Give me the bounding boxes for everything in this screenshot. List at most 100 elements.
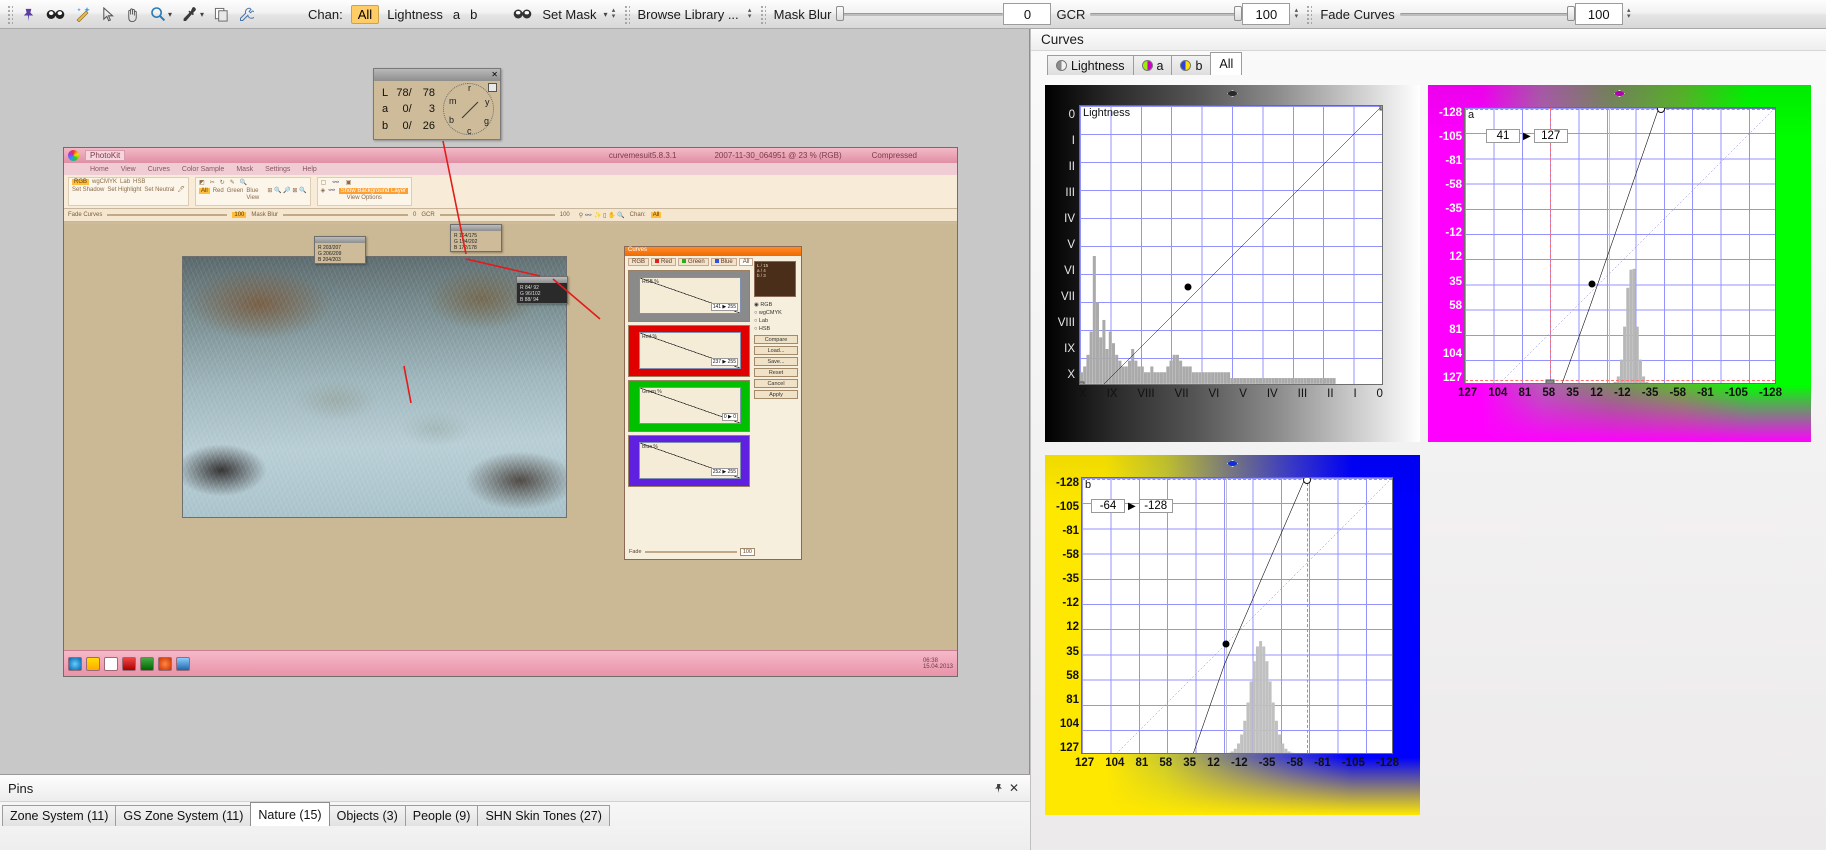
nested-tab-green[interactable]: Green: [678, 258, 709, 266]
nested-tb2-icons[interactable]: ⚲ 👓 ✨ ▯ ✋ 🔍: [579, 212, 625, 219]
copy-icon[interactable]: [209, 2, 234, 26]
nature-photo-stream-rocks[interactable]: [182, 256, 567, 518]
tab-b[interactable]: b: [1171, 55, 1212, 75]
nested-chip-show-background-layer[interactable]: Show Background Layer: [338, 187, 409, 194]
curves-channel-tabs[interactable]: Lightness a b All: [1031, 51, 1826, 75]
arrow-select-icon[interactable]: [96, 2, 120, 26]
nested-canvas[interactable]: R 203/207 G 206/209 B 204/203 R 164/175 …: [64, 224, 957, 650]
nested-menubar[interactable]: Home View Curves Color Sample Mask Setti…: [64, 163, 957, 175]
nested-graph-green[interactable]: Green % 0 ▶ 0: [628, 380, 750, 432]
radio-lab[interactable]: ○ Lab: [754, 317, 798, 325]
nested-vo-icon-5[interactable]: 👓: [328, 187, 335, 194]
lightness-corner-handle-white[interactable]: [1379, 106, 1382, 111]
chan-item-a[interactable]: a: [448, 7, 465, 22]
nested-item-green[interactable]: Green: [227, 188, 244, 194]
eyedropper-icon[interactable]: ▾: [177, 2, 209, 26]
nested-chip-all[interactable]: All: [199, 187, 210, 194]
nested-menu-help[interactable]: Help: [302, 166, 316, 173]
nested-colorspace-group[interactable]: RGB wgCMYK Lab HSB Set Shadow Set Highli…: [68, 177, 190, 206]
taskbar-icon-6[interactable]: [158, 656, 172, 671]
pushpin-icon[interactable]: [990, 780, 1006, 796]
close-icon[interactable]: ✕: [491, 71, 498, 79]
pins-tab-shn-skin-tones[interactable]: SHN Skin Tones (27): [477, 805, 610, 826]
fade-curves-spinner[interactable]: ▴ ▾: [1623, 3, 1635, 25]
pins-tab-gs-zone-system[interactable]: GS Zone System (11): [115, 805, 252, 826]
a-control-point-mid[interactable]: [1588, 280, 1596, 288]
zoom-magnifier-icon[interactable]: ▾: [145, 2, 177, 26]
gcr-slider[interactable]: [1090, 5, 1243, 23]
taskbar-icon-3[interactable]: [104, 656, 118, 671]
nested-item-hsb[interactable]: HSB: [133, 179, 145, 185]
nested-load-button[interactable]: Load...: [754, 346, 798, 355]
lightness-control-point[interactable]: [1184, 283, 1192, 291]
nested-view-group[interactable]: ◩ ✂ ↻ ✎ 🔍 All Red Green Blue ⊞ 🔍 🔎 ⊠ 🔍 V…: [195, 177, 311, 206]
toolbar-grip-2[interactable]: [622, 4, 630, 24]
tab-all[interactable]: All: [1210, 52, 1243, 75]
set-mask-spinner[interactable]: ▴ ▾: [608, 3, 620, 25]
nested-tab-rgb[interactable]: RGB: [628, 258, 650, 266]
chan-all-button[interactable]: All: [350, 4, 380, 24]
nested-set-neutral[interactable]: Set Neutral: [144, 187, 174, 193]
set-mask-glasses-icon[interactable]: [508, 2, 537, 26]
nested-menu-settings[interactable]: Settings: [265, 166, 290, 173]
nested-graph-red[interactable]: Red % 237 ▶ 255: [628, 325, 750, 377]
pins-tab-objects[interactable]: Objects (3): [328, 805, 406, 826]
lab-readout-box[interactable]: ✕ L 78/ 78 a 0/ 3 b 0/ 26 r y g c b m: [373, 68, 501, 140]
nested-eyedropper-icon[interactable]: 🖊: [177, 186, 185, 193]
a-badge-to[interactable]: 127: [1533, 129, 1568, 143]
b-value-badge[interactable]: -64 ▶ -128: [1091, 499, 1173, 513]
a-badge-from[interactable]: 41: [1486, 129, 1520, 143]
nested-taskbar[interactable]: 06:38 15.04.2013: [64, 650, 957, 676]
nested-view-icon-5[interactable]: 🔍: [240, 179, 247, 186]
nested-zoom-icons[interactable]: ⊞ 🔍 🔎 ⊠ 🔍: [267, 187, 306, 194]
taskbar-icon-4[interactable]: [122, 656, 136, 671]
gcr-spinner[interactable]: ▴ ▾: [1290, 3, 1302, 25]
callout-rgb-top[interactable]: R 164/175 G 194/202 B 172/178: [450, 224, 502, 252]
lightness-gradient-handle[interactable]: [1222, 89, 1244, 98]
b-gradient-handle[interactable]: [1222, 459, 1244, 468]
nested-curves-dialog[interactable]: Curves RGB Red Green Blue All RGB % 141 …: [624, 246, 802, 560]
b-plot[interactable]: b: [1081, 477, 1393, 754]
browse-library-spinner[interactable]: ▴ ▾: [744, 3, 756, 25]
nested-fade-row[interactable]: Fade 100: [629, 548, 755, 556]
pins-tabs[interactable]: Zone System (11) GS Zone System (11) Nat…: [0, 802, 1030, 826]
nested-view-options-group[interactable]: ▢ 👓 ▣ ◈ 👓 Show Background Layer View Opt…: [316, 177, 413, 206]
toolbar-grip-3[interactable]: [758, 4, 766, 24]
a-control-point-bottom[interactable]: [1545, 379, 1555, 383]
nested-item-wgcmyk[interactable]: wgCMYK: [92, 179, 117, 185]
nested-vo-icon-2[interactable]: 👓: [332, 179, 339, 186]
lightness-curve-panel[interactable]: 0 I II III IV V VI VII VIII IX X Lightne…: [1045, 85, 1420, 442]
taskbar-icon-2[interactable]: [86, 656, 100, 671]
canvas-work-area[interactable]: ✕ L 78/ 78 a 0/ 3 b 0/ 26 r y g c b m Ph…: [0, 29, 1030, 774]
wrench-icon[interactable]: [234, 2, 259, 26]
nested-tab-all[interactable]: All: [738, 258, 754, 266]
hand-pan-icon[interactable]: [120, 2, 145, 26]
browse-library-button[interactable]: Browse Library ...: [633, 7, 744, 22]
nested-tab-blue[interactable]: Blue: [710, 258, 737, 266]
pins-tab-people[interactable]: People (9): [404, 805, 479, 826]
nested-graph-rgb[interactable]: RGB % 141 ▶ 255: [628, 270, 750, 322]
callout-rgb-photo[interactable]: R 203/207 G 206/209 B 204/203: [314, 236, 366, 264]
nested-item-blue[interactable]: Blue: [246, 188, 258, 194]
nested-tb2-blur-value[interactable]: 0: [413, 212, 416, 218]
mask-blur-value[interactable]: 0: [1003, 3, 1052, 25]
zoom-dropdown-caret[interactable]: ▾: [168, 10, 172, 19]
b-control-point-mid[interactable]: [1222, 640, 1230, 648]
pins-tab-nature[interactable]: Nature (15): [250, 802, 330, 826]
nested-menu-home[interactable]: Home: [90, 166, 109, 173]
nested-view-icon-2[interactable]: ✂: [210, 179, 215, 186]
set-mask-button[interactable]: Set Mask: [537, 7, 601, 22]
expand-icon[interactable]: [488, 83, 497, 92]
nested-set-shadow[interactable]: Set Shadow: [72, 187, 104, 193]
nested-tb2-fade-value[interactable]: 100: [232, 212, 247, 218]
nested-vo-icon-3[interactable]: ▣: [346, 179, 352, 186]
nested-tb2-gcr-value[interactable]: 100: [560, 212, 570, 218]
b-badge-to[interactable]: -128: [1138, 499, 1173, 513]
radio-hsb[interactable]: ○ HSB: [754, 325, 798, 333]
lightness-corner-handle-black[interactable]: [1080, 381, 1085, 384]
pins-tab-zone-system[interactable]: Zone System (11): [2, 805, 117, 826]
mask-glasses-icon[interactable]: [41, 2, 70, 26]
nested-compare-button[interactable]: Compare: [754, 335, 798, 344]
nested-fade-value[interactable]: 100: [739, 548, 755, 556]
fade-curves-value[interactable]: 100: [1574, 3, 1623, 25]
